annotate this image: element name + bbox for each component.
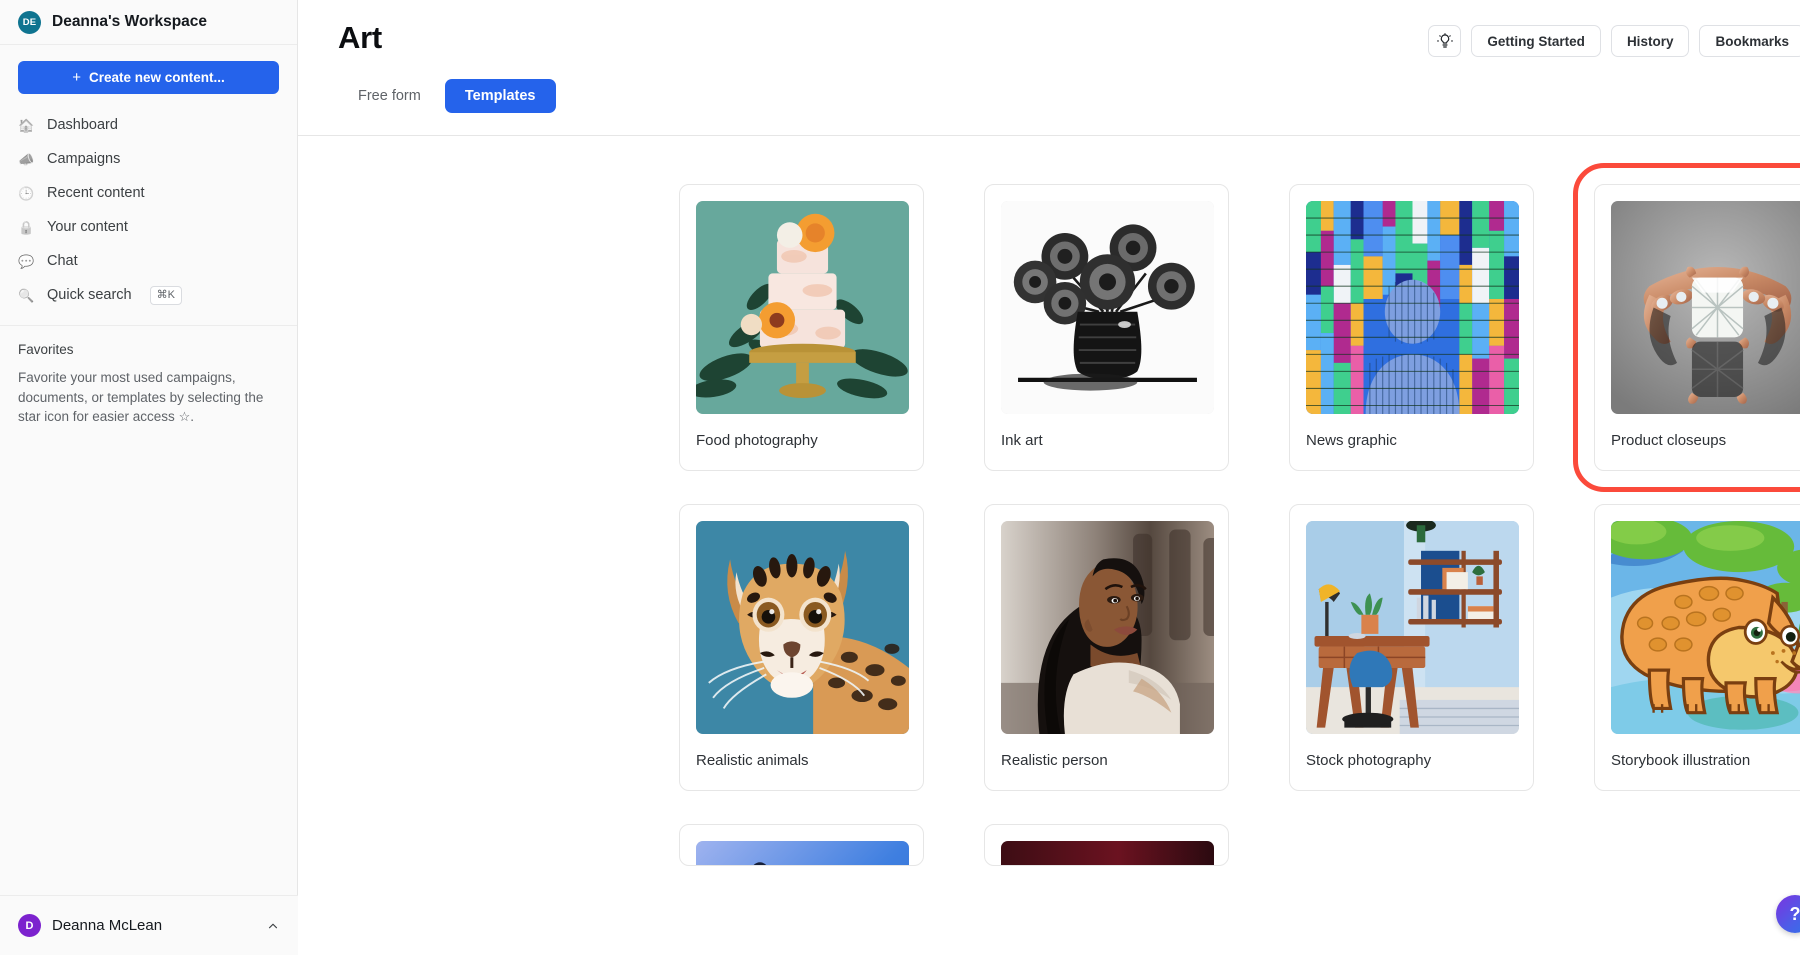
- dark-red-image: [1001, 841, 1214, 866]
- sidebar-item-label: Recent content: [47, 185, 145, 201]
- template-thumbnail: [1306, 521, 1519, 734]
- template-thumbnail: [696, 521, 909, 734]
- sidebar-item-campaigns[interactable]: 📣 Campaigns: [18, 142, 279, 176]
- blue-office-desk-image: [1306, 521, 1519, 734]
- ocelot-on-blue-image: [696, 521, 909, 734]
- quick-search-shortcut: ⌘K: [150, 286, 182, 305]
- workspace-header[interactable]: DE Deanna's Workspace: [0, 0, 297, 45]
- sidebar-item-dashboard[interactable]: 🏠 Dashboard: [18, 108, 279, 142]
- template-card-product-closeups[interactable]: Product closeups: [1594, 184, 1800, 471]
- tab-templates[interactable]: Templates: [445, 79, 556, 113]
- create-new-content-label: Create new content...: [89, 70, 225, 85]
- favorites-section: Favorites Favorite your most used campai…: [0, 326, 297, 427]
- colorful-pixel-figure-image: [1306, 201, 1519, 414]
- template-card-label: Ink art: [1001, 414, 1212, 470]
- template-card-realistic-animals[interactable]: Realistic animals: [679, 504, 924, 791]
- tab-free-form[interactable]: Free form: [338, 79, 441, 113]
- templates-scroll-area[interactable]: Food photography: [298, 136, 1800, 955]
- template-thumbnail: [1611, 201, 1800, 414]
- blue-gradient-image: [696, 841, 909, 866]
- cake-on-teal-image: [696, 201, 909, 414]
- page-header: Art Getting Started History Bookmarks: [298, 0, 1800, 113]
- template-card-partial-2[interactable]: [984, 824, 1229, 866]
- avatar: D: [18, 914, 41, 937]
- template-thumbnail: [1001, 841, 1214, 866]
- star-icon: ☆: [179, 409, 191, 424]
- sidebar: DE Deanna's Workspace + Create new conte…: [0, 0, 298, 955]
- user-name: Deanna McLean: [52, 917, 255, 934]
- sidebar-item-your-content[interactable]: 🔒 Your content: [18, 210, 279, 244]
- template-thumbnail: [1611, 521, 1800, 734]
- template-card-label: Stock photography: [1306, 734, 1517, 790]
- page-title: Art: [338, 20, 382, 56]
- template-thumbnail: [696, 201, 909, 414]
- home-icon: 🏠: [18, 117, 35, 134]
- template-card-label: Realistic person: [1001, 734, 1212, 790]
- campaigns-icon: 📣: [18, 151, 35, 168]
- template-card-label: News graphic: [1306, 414, 1517, 470]
- sidebar-item-label: Dashboard: [47, 117, 118, 133]
- template-card-food-photography[interactable]: Food photography: [679, 184, 924, 471]
- template-thumbnail: [1001, 521, 1214, 734]
- main-content: Art Getting Started History Bookmarks: [298, 0, 1800, 955]
- black-roses-vase-image: [1001, 201, 1214, 414]
- template-card-news-graphic[interactable]: News graphic: [1289, 184, 1534, 471]
- header-actions: Getting Started History Bookmarks: [1428, 20, 1800, 57]
- create-new-content-button[interactable]: + Create new content...: [18, 61, 279, 94]
- getting-started-button[interactable]: Getting Started: [1471, 25, 1601, 57]
- sidebar-item-chat[interactable]: 💬 Chat: [18, 244, 279, 278]
- view-tabs: Free form Templates: [338, 79, 1800, 113]
- template-card-label: Storybook illustration: [1611, 734, 1800, 790]
- favorites-description-period: .: [190, 409, 194, 424]
- template-thumbnail: [696, 841, 909, 866]
- sidebar-item-quick-search[interactable]: 🔍 Quick search ⌘K: [18, 278, 279, 312]
- sidebar-item-label: Campaigns: [47, 151, 120, 167]
- user-menu[interactable]: D Deanna McLean: [0, 895, 298, 955]
- favorites-description: Favorite your most used campaigns, docum…: [18, 368, 279, 427]
- sidebar-item-label: Quick search: [47, 287, 132, 303]
- clock-icon: 🕒: [18, 185, 35, 202]
- plus-icon: +: [72, 70, 81, 85]
- template-card-stock-photography[interactable]: Stock photography: [1289, 504, 1534, 791]
- orange-dinosaur-image: [1611, 521, 1800, 734]
- template-card-label: Product closeups: [1611, 414, 1800, 470]
- chevron-up-icon: [266, 919, 280, 933]
- tips-button[interactable]: [1428, 25, 1461, 57]
- sidebar-item-label: Chat: [47, 253, 78, 269]
- favorites-description-text: Favorite your most used campaigns, docum…: [18, 370, 263, 424]
- workspace-name: Deanna's Workspace: [52, 13, 207, 31]
- template-card-label: Realistic animals: [696, 734, 907, 790]
- sidebar-item-label: Your content: [47, 219, 128, 235]
- sidebar-body: + Create new content... 🏠 Dashboard 📣 Ca…: [0, 45, 297, 312]
- sidebar-item-recent-content[interactable]: 🕒 Recent content: [18, 176, 279, 210]
- header-row: Art Getting Started History Bookmarks: [338, 20, 1800, 57]
- template-card-ink-art[interactable]: Ink art: [984, 184, 1229, 471]
- app-root: DE Deanna's Workspace + Create new conte…: [0, 0, 1800, 955]
- woman-portrait-image: [1001, 521, 1214, 734]
- template-card-storybook-illustration[interactable]: Storybook illustration: [1594, 504, 1800, 791]
- chat-icon: 💬: [18, 253, 35, 270]
- workspace-avatar: DE: [18, 11, 41, 34]
- search-icon: 🔍: [18, 287, 35, 304]
- lightbulb-icon: [1437, 33, 1453, 49]
- history-button[interactable]: History: [1611, 25, 1690, 57]
- template-card-partial-1[interactable]: [679, 824, 924, 866]
- diamond-ring-gray-image: [1611, 201, 1800, 414]
- templates-grid: Food photography: [298, 184, 1800, 866]
- template-card-label: Food photography: [696, 414, 907, 470]
- template-thumbnail: [1001, 201, 1214, 414]
- bookmarks-button[interactable]: Bookmarks: [1699, 25, 1800, 57]
- sidebar-nav: 🏠 Dashboard 📣 Campaigns 🕒 Recent content…: [18, 108, 279, 312]
- favorites-title: Favorites: [18, 342, 279, 357]
- template-thumbnail: [1306, 201, 1519, 414]
- lock-icon: 🔒: [18, 219, 35, 236]
- template-card-realistic-person[interactable]: Realistic person: [984, 504, 1229, 791]
